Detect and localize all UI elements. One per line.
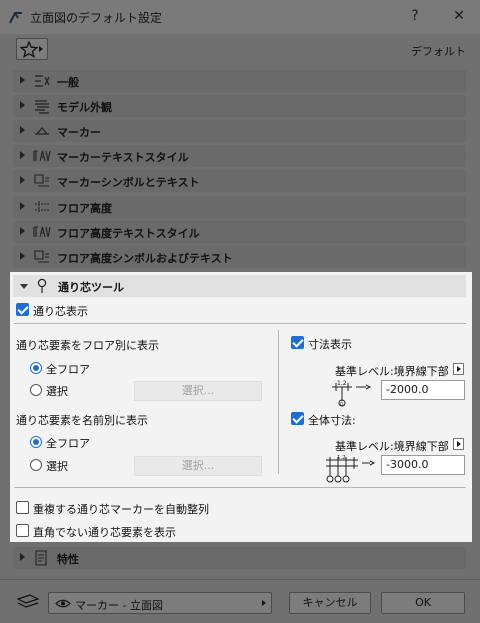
by-story-select-label: 選択: [46, 385, 68, 398]
dimension-label: 寸法表示: [308, 338, 352, 351]
general-icon: [35, 75, 50, 87]
section-marker-text-style[interactable]: マーカーテキストスタイル: [13, 145, 466, 167]
chevron-right-icon: [20, 151, 25, 159]
non-orthogonal-checkbox[interactable]: [16, 524, 29, 537]
auto-arrange-checkbox[interactable]: [16, 501, 29, 514]
favorites-button[interactable]: [16, 38, 48, 60]
cancel-button[interactable]: キャンセル: [289, 592, 371, 614]
by-name-all-label: 全フロア: [46, 437, 90, 450]
layer-dropdown[interactable]: マーカー - 立面図: [48, 592, 272, 614]
chevron-right-icon: [20, 227, 25, 235]
section-grid-tool[interactable]: 通り芯ツール: [13, 275, 466, 297]
eye-icon: [55, 599, 71, 608]
close-button[interactable]: ✕: [446, 4, 472, 28]
grid-tool-panel: 通り芯ツール 通り芯表示 通り芯要素をフロア別に表示 全フロア 選択 選択...…: [10, 272, 472, 542]
section-model-appearance[interactable]: モデル外観: [13, 95, 466, 117]
divider: [278, 330, 279, 474]
chevron-right-icon: [39, 46, 43, 52]
divider: [14, 323, 466, 324]
by-name-select-radio[interactable]: [30, 459, 42, 471]
by-story-all-radio[interactable]: [30, 362, 42, 374]
dimension-diagram-label: 1.2: [337, 455, 346, 461]
section-marker[interactable]: マーカー: [13, 120, 466, 142]
archicad-logo-icon: [9, 12, 22, 24]
dimension-diagram-icon: 1.2 G: [332, 380, 372, 408]
dimension-ref-level-button[interactable]: [453, 363, 464, 375]
grid-marker-label: G: [340, 402, 344, 408]
auto-arrange-label: 重複する通り芯マーカーを自動整列: [33, 503, 209, 516]
help-button[interactable]: ?: [402, 4, 428, 28]
dimension-diagram-label: 1.2: [337, 380, 347, 387]
divider: [14, 487, 466, 488]
section-label: モデル外観: [57, 101, 112, 114]
by-name-select-label: 選択: [46, 460, 68, 473]
section-label: 一般: [57, 76, 79, 89]
marker-symbol-icon: [34, 174, 49, 187]
divider: [0, 579, 480, 580]
chevron-right-icon: [20, 126, 25, 134]
chevron-down-icon: [20, 284, 28, 289]
by-name-select-button[interactable]: 選択...: [134, 456, 262, 476]
grid-tool-title: 通り芯ツール: [58, 281, 124, 294]
story-levels-icon: [35, 201, 49, 213]
chevron-right-icon: [20, 76, 25, 84]
by-story-select-button[interactable]: 選択...: [134, 381, 262, 401]
section-label: マーカー: [57, 126, 101, 139]
section-properties[interactable]: 特性: [13, 547, 466, 569]
dimension-checkbox[interactable]: [291, 336, 304, 349]
non-orthogonal-label: 直角でない通り芯要素を表示: [33, 526, 176, 539]
window-title: 立面図のデフォルト設定: [30, 11, 163, 25]
layer-icon: [16, 594, 40, 608]
section-label: フロア高度シンボルおよびテキスト: [57, 252, 233, 265]
ok-button[interactable]: OK: [381, 592, 465, 614]
overall-dimension-label: 全体寸法:: [308, 414, 356, 427]
chevron-right-icon: [262, 600, 266, 606]
section-label: マーカーテキストスタイル: [57, 151, 189, 164]
section-marker-symbol-text[interactable]: マーカーシンボルとテキスト: [13, 170, 466, 192]
story-symbol-icon: [34, 250, 49, 263]
chevron-right-icon: [20, 202, 25, 210]
grid-tool-icon: [37, 278, 47, 293]
default-label: デフォルト: [411, 45, 466, 58]
by-name-label: 通り芯要素を名前別に表示: [16, 414, 148, 427]
section-label: フロア高度テキストスタイル: [57, 227, 200, 240]
text-style-icon: [33, 226, 51, 238]
marker-icon: [35, 126, 49, 135]
overall-dimension-diagram-icon: 1.2: [326, 455, 376, 483]
by-story-all-label: 全フロア: [46, 363, 90, 376]
model-appearance-icon: [35, 100, 49, 114]
section-label: 特性: [57, 553, 79, 566]
section-story-symbol-text[interactable]: フロア高度シンボルおよびテキスト: [13, 246, 466, 268]
text-style-icon: [33, 150, 51, 162]
star-icon: [20, 41, 38, 58]
overall-dimension-checkbox[interactable]: [291, 412, 304, 425]
chevron-right-icon: [20, 252, 25, 260]
by-story-select-radio[interactable]: [30, 384, 42, 396]
section-general[interactable]: 一般: [13, 70, 466, 92]
layer-dropdown-value: マーカー - 立面図: [75, 599, 163, 612]
chevron-right-icon: [20, 176, 25, 184]
show-grid-checkbox[interactable]: [16, 303, 29, 316]
section-story-text-style[interactable]: フロア高度テキストスタイル: [13, 221, 466, 243]
properties-icon: [35, 550, 47, 566]
show-grid-label: 通り芯表示: [33, 305, 88, 318]
chevron-right-icon: [20, 553, 25, 561]
by-story-label: 通り芯要素をフロア別に表示: [16, 339, 159, 352]
overall-dimension-value-input[interactable]: -3000.0: [381, 455, 465, 475]
overall-dimension-ref-level-button[interactable]: [453, 438, 464, 450]
chevron-right-icon: [20, 101, 25, 109]
by-name-all-radio[interactable]: [30, 436, 42, 448]
section-label: フロア高度: [57, 202, 112, 215]
section-story-levels[interactable]: フロア高度: [13, 196, 466, 218]
section-label: マーカーシンボルとテキスト: [57, 176, 200, 189]
dimension-value-input[interactable]: -2000.0: [381, 380, 465, 400]
